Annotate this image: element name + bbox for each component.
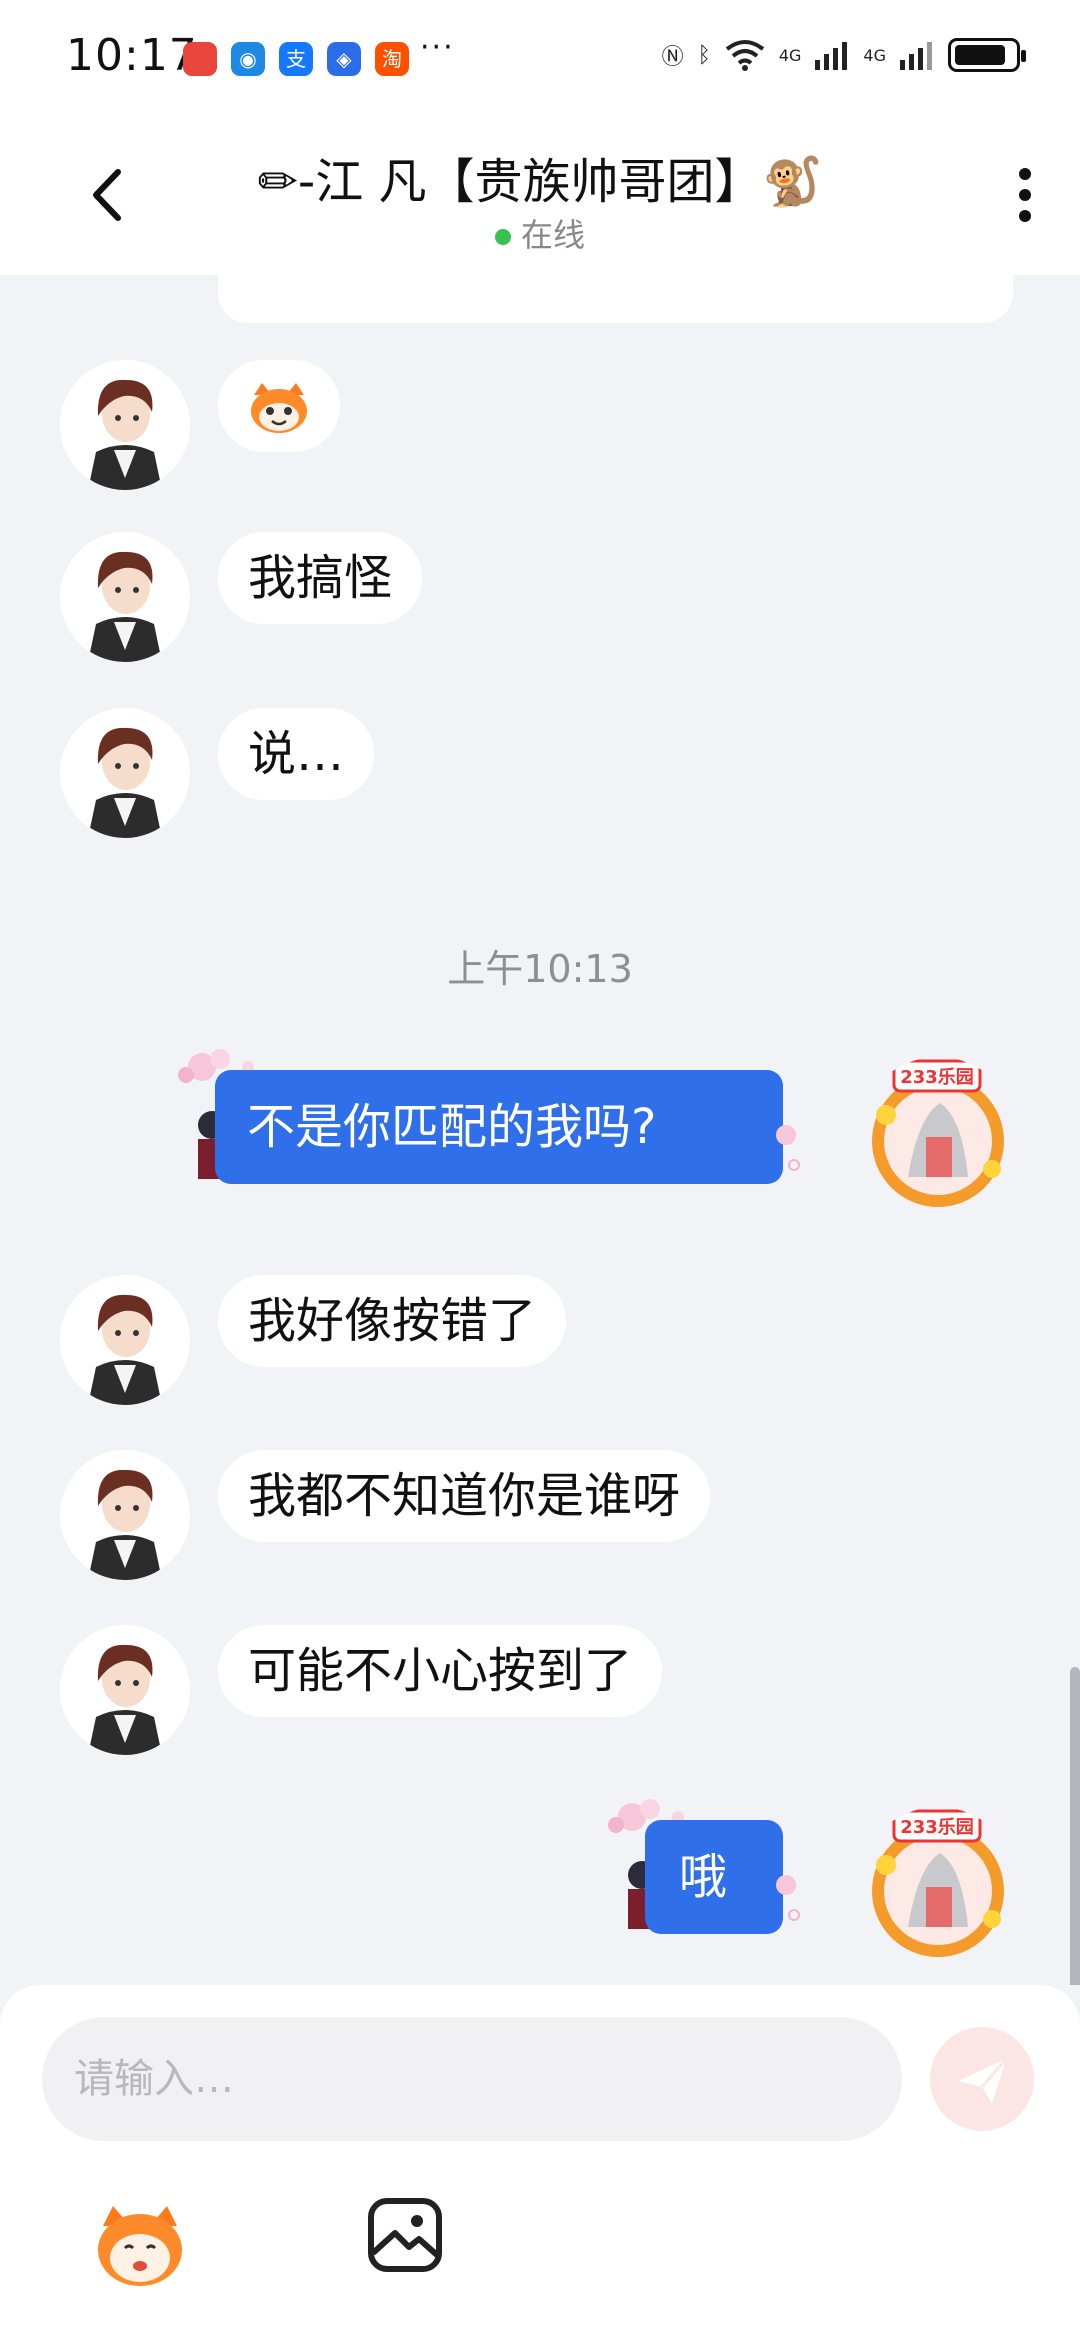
bluetooth-icon: ᛒ [697, 42, 711, 68]
send-icon [958, 2058, 1008, 2103]
more-notifications-icon: ··· [420, 30, 455, 65]
emoji-button[interactable] [85, 2190, 195, 2300]
browser-icon: ◉ [231, 42, 265, 76]
my-avatar[interactable]: 233乐园 [858, 1057, 1018, 1217]
online-status-text: 在线 [520, 216, 585, 254]
outgoing-message-bubble[interactable]: 不是你匹配的我吗? [215, 1070, 783, 1184]
contact-avatar[interactable] [60, 532, 190, 662]
chat-header: ✏-江 凡【贵族帅哥团】🐒 在线 [0, 120, 1080, 275]
input-area [0, 1985, 1080, 2340]
message-bubble[interactable]: 我好像按错了 [218, 1275, 567, 1367]
contact-avatar[interactable] [60, 1625, 190, 1755]
outgoing-message-bubble[interactable]: 哦 [645, 1820, 783, 1934]
contact-name: ✏-江 凡【贵族帅哥团】🐒 [257, 154, 823, 210]
contact-avatar[interactable] [60, 1275, 190, 1405]
message-bubble[interactable]: 我都不知道你是谁呀 [218, 1450, 711, 1542]
my-avatar[interactable]: 233乐园 [858, 1807, 1018, 1967]
app-store-icon: ◈ [327, 42, 361, 76]
nfc-icon: Ⓝ [661, 45, 684, 70]
status-time: 10:17 [66, 30, 198, 81]
emoji-face-icon [98, 2206, 182, 2286]
system-icons: Ⓝ ᛒ 4G 4G [661, 38, 1026, 72]
network-label-2: 4G [863, 45, 886, 65]
alipay-icon: 支 [279, 42, 313, 76]
svg-text:233乐园: 233乐园 [900, 1817, 974, 1838]
previous-message-bubble [218, 275, 1013, 323]
message-bubble[interactable]: 我搞怪 [218, 532, 423, 624]
status-bar: 10:17 ◉ 支 ◈ 淘 ··· Ⓝ ᛒ 4G 4G [0, 0, 1080, 120]
signal-icon [815, 42, 848, 70]
image-icon [368, 2198, 442, 2272]
more-options-icon[interactable] [1010, 160, 1040, 240]
bubble-flower-icon [776, 1125, 800, 1171]
message-bubble[interactable]: 说… [218, 708, 375, 800]
taobao-icon: 淘 [375, 42, 409, 76]
network-label-1: 4G [778, 45, 802, 65]
online-status: 在线 [0, 210, 1080, 256]
svg-text:233乐园: 233乐园 [900, 1067, 974, 1088]
message-input[interactable] [42, 2017, 902, 2141]
wifi-icon [725, 40, 765, 71]
contact-avatar[interactable] [60, 708, 190, 838]
message-timestamp: 上午10:13 [447, 947, 633, 991]
send-button[interactable] [930, 2027, 1034, 2131]
contact-avatar[interactable] [60, 1450, 190, 1580]
message-bubble[interactable]: 可能不小心按到了 [218, 1625, 663, 1717]
image-picker-button[interactable] [365, 2195, 445, 2275]
sticker-face-icon [251, 383, 307, 433]
online-dot-icon [494, 229, 511, 245]
sticker-bubble[interactable] [218, 360, 340, 452]
bubble-flower-icon [776, 1875, 800, 1921]
contact-avatar[interactable] [60, 360, 190, 490]
signal-icon-2 [900, 42, 932, 70]
battery-icon [948, 38, 1026, 72]
scrollbar[interactable] [1070, 1667, 1080, 1985]
notification-app-icons: ◉ 支 ◈ 淘 [183, 42, 409, 76]
huawei-app-icon [183, 42, 217, 76]
message-list[interactable]: 我搞怪 说… 上午10:13 不是你匹配的我吗? 233乐园 我好像按错了 我都… [0, 275, 1080, 1985]
